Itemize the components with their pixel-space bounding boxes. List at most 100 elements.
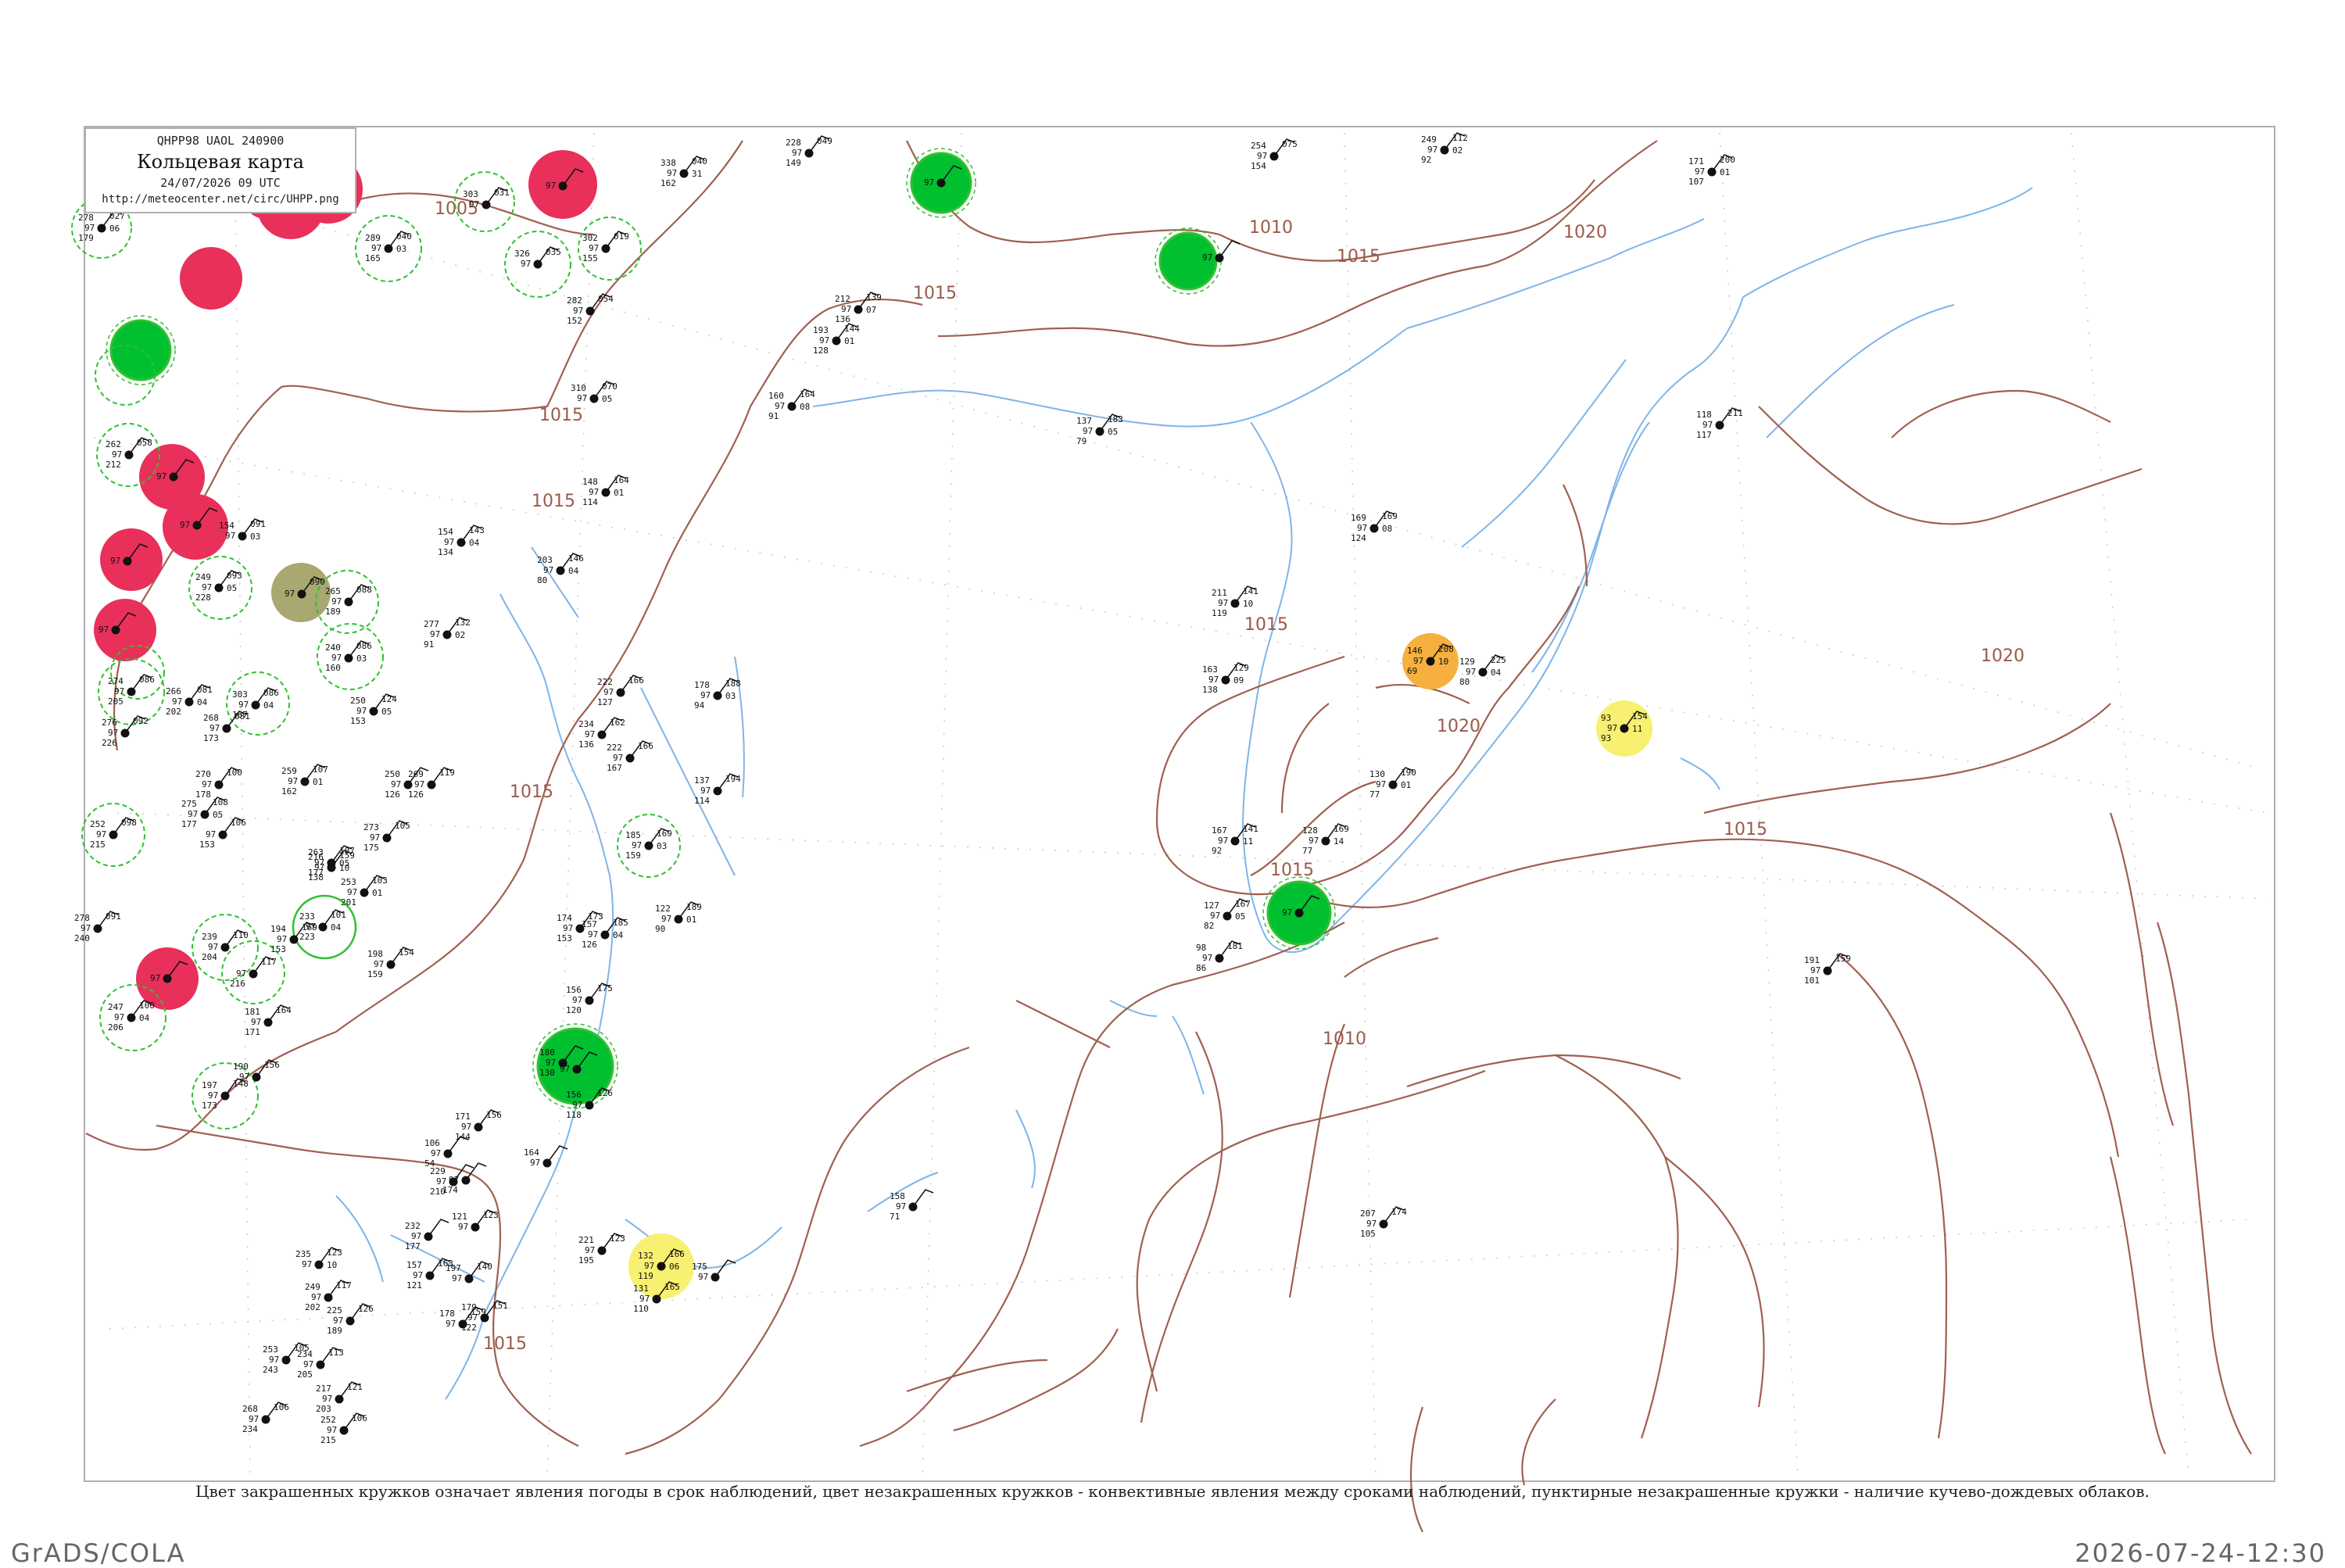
station-plot: 338 040 162 31 97 xyxy=(661,156,707,188)
visibility-value: 97 xyxy=(188,809,198,819)
station-plot: 129 225 80 04 97 xyxy=(1459,654,1506,687)
station-plot: 156 175 12097 xyxy=(566,983,613,1015)
station-plot: 228 049 14997 xyxy=(786,135,832,168)
tendency-value: 05 xyxy=(381,707,392,717)
pressure-value: 106 xyxy=(352,1413,367,1423)
pressure-value: 164 xyxy=(276,1005,292,1015)
station-plot: 211 141 119 10 97 xyxy=(1212,585,1258,618)
tendency-value: 10 xyxy=(327,1260,337,1270)
visibility-value: 97 xyxy=(546,181,556,191)
visibility-value: 97 xyxy=(458,1222,468,1232)
temperature-value: 252 xyxy=(90,819,106,829)
isobar-labels: 1005 1010 1015 1015 1015 1015 1015 1015 … xyxy=(435,199,2025,1354)
pressure-value: 169 xyxy=(657,829,672,839)
visibility-value: 97 xyxy=(1210,911,1220,921)
dewpoint-value: 204 xyxy=(202,952,217,962)
temperature-value: 252 xyxy=(320,1415,336,1425)
visibility-value: 97 xyxy=(700,690,711,700)
temperature-value: 193 xyxy=(813,325,829,335)
pressure-value: 167 xyxy=(1235,899,1251,909)
dewpoint-value: 153 xyxy=(557,933,572,943)
pressure-value: 190 xyxy=(1401,768,1416,778)
temperature-value: 270 xyxy=(195,769,211,779)
dewpoint-value: 240 xyxy=(74,933,90,943)
dewpoint-value: 119 xyxy=(1212,608,1227,618)
tendency-value: 05 xyxy=(227,583,237,593)
weather-circles xyxy=(71,148,1652,1299)
visibility-value: 97 xyxy=(314,862,324,872)
temperature-value: 225 xyxy=(327,1305,342,1316)
station-plot: 157 185 126 04 97 xyxy=(582,917,628,950)
visibility-value: 97 xyxy=(1202,252,1212,263)
visibility-value: 97 xyxy=(841,304,851,314)
temperature-value: 217 xyxy=(316,1384,331,1394)
tendency-value: 01 xyxy=(686,915,696,925)
temperature-value: 268 xyxy=(203,713,219,723)
pressure-value: 166 xyxy=(669,1249,685,1259)
pressure-value: 126 xyxy=(597,1088,613,1098)
dewpoint-value: 120 xyxy=(566,1005,582,1015)
temperature-value: 180 xyxy=(539,1047,555,1058)
pressure-value: 141 xyxy=(1243,586,1258,596)
pressure-value: 086 xyxy=(356,641,372,651)
temperature-value: 249 xyxy=(1421,134,1437,145)
visibility-value: 97 xyxy=(563,923,573,933)
map-url: http://meteocenter.net/circ/UHPP.png xyxy=(102,193,339,206)
tendency-value: 03 xyxy=(396,244,406,254)
visibility-value: 97 xyxy=(667,168,677,178)
dewpoint-value: 153 xyxy=(350,716,366,726)
visibility-value: 97 xyxy=(644,1261,654,1271)
temperature-value: 229 xyxy=(430,1166,446,1176)
temperature-value: 222 xyxy=(607,743,622,753)
pressure-value: 081 xyxy=(234,711,250,721)
visibility-value: 97 xyxy=(632,840,642,850)
dewpoint-value: 86 xyxy=(1196,963,1206,973)
dewpoint-value: 126 xyxy=(385,789,400,800)
pressure-value: 169 xyxy=(302,922,317,933)
visibility-value: 97 xyxy=(347,887,357,897)
station-plot: 252 098 21597 xyxy=(90,817,137,850)
dewpoint-value: 173 xyxy=(202,1101,217,1111)
temperature-value: 310 xyxy=(571,383,586,393)
isobar-label: 1015 xyxy=(532,492,575,511)
visibility-value: 97 xyxy=(114,686,124,696)
visibility-value: 97 xyxy=(1695,166,1705,177)
dewpoint-value: 92 xyxy=(1421,155,1431,165)
dewpoint-value: 177 xyxy=(405,1241,421,1251)
dewpoint-value: 205 xyxy=(297,1369,313,1380)
station-plot: 249 093 228 05 97 xyxy=(195,570,242,603)
pressure-value: 054 xyxy=(598,294,614,304)
pressure-value: 070 xyxy=(602,381,618,392)
pressure-value: 100 xyxy=(139,1001,155,1011)
map-date: 24/07/2026 09 UTC xyxy=(160,176,281,190)
dewpoint-value: 134 xyxy=(438,547,453,557)
station-plot: 310 070 05 97 xyxy=(571,381,618,404)
station-plot: 326 035 97 xyxy=(514,246,561,269)
visibility-value: 97 xyxy=(208,1090,218,1101)
temperature-value: 178 xyxy=(439,1308,455,1319)
station-plot: 122 189 90 01 97 xyxy=(655,901,702,934)
station-plot: 303 031 97 xyxy=(463,187,510,209)
dewpoint-value: 149 xyxy=(786,158,801,168)
station-plot: 277 132 91 02 97 xyxy=(424,617,471,650)
temperature-value: 253 xyxy=(341,877,356,887)
temperature-value: 197 xyxy=(202,1080,217,1090)
station-plot: 289 040 165 03 97 xyxy=(365,231,412,263)
visibility-value: 97 xyxy=(322,1394,332,1404)
station-plot: 171 200 107 01 97 xyxy=(1688,154,1735,187)
visibility-value: 97 xyxy=(1357,523,1367,533)
temperature-value: 235 xyxy=(295,1249,311,1259)
visibility-value: 97 xyxy=(108,728,118,738)
temperature-value: 282 xyxy=(567,295,582,306)
temperature-value: 203 xyxy=(537,555,553,565)
temperature-value: 197 xyxy=(446,1263,461,1273)
visibility-value: 97 xyxy=(1309,836,1319,846)
visibility-value: 97 xyxy=(1376,779,1386,789)
visibility-value: 97 xyxy=(792,148,802,158)
dewpoint-value: 153 xyxy=(270,944,286,954)
dewpoint-value: 206 xyxy=(108,1022,124,1033)
station-plot: 167 141 92 11 97 xyxy=(1212,823,1258,856)
station-plot: 270 100 17897 xyxy=(195,767,242,800)
dewpoint-value: 94 xyxy=(694,700,705,711)
dewpoint-value: 216 xyxy=(230,979,245,989)
